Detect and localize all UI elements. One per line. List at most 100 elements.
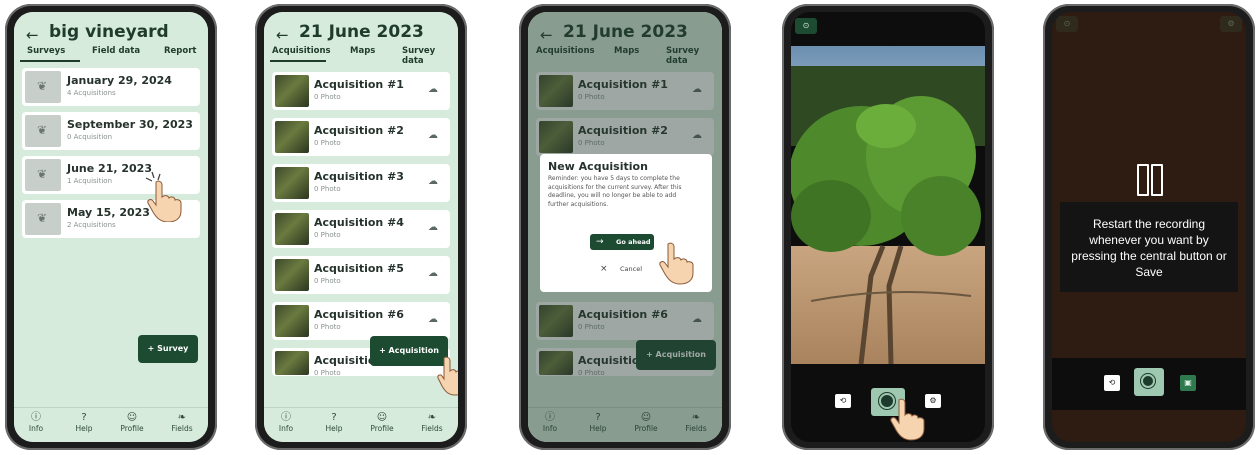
nav-help[interactable]: ? Help	[64, 412, 104, 433]
acquisition-thumbnail	[275, 167, 309, 199]
tab-indicator	[270, 60, 326, 62]
cloud-upload-icon[interactable]: ☁	[428, 268, 438, 279]
cloud-upload-icon[interactable]: ☁	[428, 176, 438, 187]
info-icon: ⓘ	[281, 412, 291, 423]
restart-message-box: Restart the recording whenever you want …	[1060, 202, 1238, 292]
page-title: big vineyard	[49, 22, 169, 42]
survey-thumbnail: ❦	[25, 203, 61, 235]
tab-bar: Surveys Field data Report	[14, 46, 208, 64]
acquisitions-screen: ← 21 June 2023 Acquisitions Maps Survey …	[264, 12, 458, 442]
go-ahead-button[interactable]: → Go ahead	[590, 234, 654, 250]
nav-label: Fields	[421, 424, 443, 433]
tab-maps[interactable]: Maps	[350, 46, 375, 56]
nav-profile[interactable]: ☺ Profile	[362, 412, 402, 433]
tab-surveys[interactable]: Surveys	[27, 46, 65, 56]
photo-count: 0 Photo	[314, 139, 341, 147]
page-title: 21 June 2023	[299, 22, 424, 42]
top-right-badge: ⚙	[1220, 16, 1242, 32]
nav-fields[interactable]: ❧ Fields	[162, 412, 202, 433]
acquisition-card[interactable]: Acquisition #3 0 Photo ☁	[272, 164, 450, 202]
add-survey-button[interactable]: + Survey	[138, 335, 198, 363]
nav-label: Profile	[120, 424, 144, 433]
acquisition-name: Acquisition #5	[314, 262, 404, 275]
tab-field-data[interactable]: Field data	[92, 46, 140, 56]
nav-profile[interactable]: ☺ Profile	[112, 412, 152, 433]
phone-paused: ⊙ ⚙ Restart the recording whenever you w…	[1043, 4, 1255, 450]
tap-hand-icon	[659, 242, 694, 285]
acquisition-card[interactable]: Acquisition #6 0 Photo ☁	[272, 302, 450, 340]
survey-count: 1 Acquisition	[67, 177, 113, 185]
tab-indicator	[20, 60, 80, 62]
acquisition-thumbnail	[275, 305, 309, 337]
phone-camera: ⊙ ⟲ ⚙	[782, 4, 994, 450]
cloud-upload-icon[interactable]: ☁	[428, 130, 438, 141]
record-button[interactable]	[1134, 368, 1164, 396]
save-button[interactable]: ▣	[1180, 375, 1196, 391]
tab-survey-data[interactable]: Survey data	[402, 46, 458, 66]
survey-card[interactable]: ❦ September 30, 2023 0 Acquisition	[22, 112, 200, 150]
arrow-right-icon: →	[596, 237, 604, 247]
acquisition-name: Acquisition #1	[314, 78, 404, 91]
info-icon: ⓘ	[31, 412, 41, 423]
cloud-upload-icon[interactable]: ☁	[428, 84, 438, 95]
phone-acquisitions: ← 21 June 2023 Acquisitions Maps Survey …	[255, 4, 467, 450]
go-ahead-label: Go ahead	[616, 238, 651, 246]
photo-count: 0 Photo	[314, 323, 341, 331]
acquisition-name: Acquisition #6	[314, 308, 404, 321]
nav-label: Info	[28, 424, 44, 433]
cloud-upload-icon[interactable]: ☁	[428, 314, 438, 325]
phone-surveys: ← big vineyard Surveys Field data Report…	[5, 4, 217, 450]
nav-label: Help	[325, 424, 343, 433]
survey-count: 0 Acquisition	[67, 133, 113, 141]
survey-date: May 15, 2023	[67, 206, 150, 219]
acquisition-thumbnail	[275, 259, 309, 291]
profile-icon: ☺	[126, 412, 138, 423]
paused-screen: ⊙ ⚙ Restart the recording whenever you w…	[1052, 12, 1246, 442]
bottom-nav: ⓘ Info ? Help ☺ Profile ❧ Fields	[264, 407, 458, 442]
surveys-screen: ← big vineyard Surveys Field data Report…	[14, 12, 208, 442]
acquisition-card[interactable]: Acquisition #2 0 Photo ☁	[272, 118, 450, 156]
acquisition-thumbnail	[275, 351, 309, 375]
vine-icon: ❦	[37, 123, 48, 137]
cancel-button[interactable]: × Cancel	[598, 262, 648, 276]
pause-icon	[1137, 164, 1163, 196]
dialog-screen: ← 21 June 2023 Acquisitions Maps Survey …	[528, 12, 722, 442]
close-icon: ×	[600, 264, 608, 274]
acquisition-thumbnail	[275, 121, 309, 153]
photo-count: 0 Photo	[314, 93, 341, 101]
photo-count: 0 Photo	[314, 185, 341, 193]
acquisition-name: Acquisition #2	[314, 124, 404, 137]
acquisition-card[interactable]: Acquisition #5 0 Photo ☁	[272, 256, 450, 294]
survey-card[interactable]: ❦ January 29, 2024 4 Acquisitions	[22, 68, 200, 106]
camera-controls: ⟲ ▣	[1052, 358, 1246, 410]
acquisition-card[interactable]: Acquisition #4 0 Photo ☁	[272, 210, 450, 248]
camera-screen: ⊙ ⟲ ⚙	[791, 12, 985, 442]
survey-date: June 21, 2023	[67, 162, 152, 175]
back-arrow-icon[interactable]: ←	[276, 26, 289, 44]
tab-acquisitions[interactable]: Acquisitions	[272, 46, 331, 56]
tab-report[interactable]: Report	[164, 46, 197, 56]
vine-icon: ❦	[37, 211, 48, 225]
help-icon: ?	[331, 412, 337, 423]
nav-label: Help	[75, 424, 93, 433]
undo-button[interactable]: ⟲	[835, 394, 851, 408]
back-arrow-icon[interactable]: ←	[26, 26, 39, 44]
nav-help[interactable]: ? Help	[314, 412, 354, 433]
photo-count: 0 Photo	[314, 277, 341, 285]
nav-label: Info	[278, 424, 294, 433]
bottom-nav: ⓘ Info ? Help ☺ Profile ❧ Fields	[14, 407, 208, 442]
acquisition-name: Acquisition #3	[314, 170, 404, 183]
nav-label: Fields	[171, 424, 193, 433]
cancel-label: Cancel	[620, 265, 643, 273]
restart-message: Restart the recording whenever you want …	[1071, 217, 1227, 279]
survey-thumbnail: ❦	[25, 115, 61, 147]
nav-info[interactable]: ⓘ Info	[16, 412, 56, 433]
undo-button[interactable]: ⟲	[1104, 375, 1120, 391]
cloud-upload-icon[interactable]: ☁	[428, 222, 438, 233]
survey-thumbnail: ❦	[25, 71, 61, 103]
tap-hand-icon	[145, 171, 182, 222]
acquisition-card[interactable]: Acquisition #1 0 Photo ☁	[272, 72, 450, 110]
nav-fields[interactable]: ❧ Fields	[412, 412, 452, 433]
nav-info[interactable]: ⓘ Info	[266, 412, 306, 433]
dialog-body: Reminder: you have 5 days to complete th…	[548, 175, 682, 208]
